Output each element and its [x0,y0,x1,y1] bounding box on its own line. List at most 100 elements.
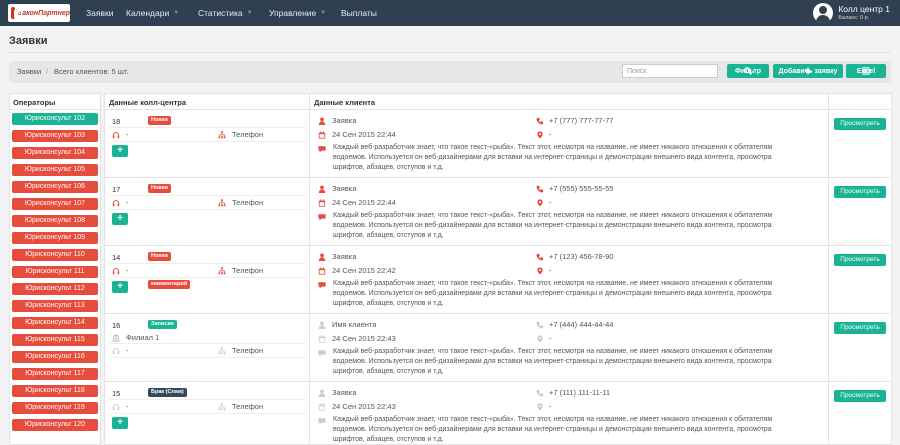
row-divider [109,399,305,400]
user-icon [318,321,326,329]
nav-label: Заявки [86,8,114,18]
operator-item[interactable]: Юрисконсульт 119 [12,402,98,414]
user-icon [318,185,326,193]
table-row: 17 Новая - Телефон + Заявка +7 (555) 555-55-55… [105,178,891,246]
operator-item[interactable]: Юрисконсульт 111 [12,266,98,278]
add-comment-button[interactable]: + [112,281,128,293]
request-description: Каждый веб-разработчик знает, что такое … [333,416,773,443]
table-row: 16ЗаписанФилиал 1-Телефон+Имя клиента+7 … [105,314,891,382]
operator-item[interactable]: Юрисконсульт 120 [12,419,98,431]
comment-icon [318,282,326,289]
headset-icon [112,348,120,355]
operator-item[interactable]: Юрисконсульт 118 [12,385,98,397]
view-button[interactable]: Просмотреть [834,186,886,198]
client-phone: +7 (555) 555-55-55 [549,184,614,193]
row-divider [109,357,305,358]
operator-item[interactable]: Юрисконсульт 102 [12,113,98,125]
client-name: Заявка [332,388,357,397]
logo[interactable]: ЗаконПартнер [8,4,70,22]
operator-item[interactable]: Юрисконсульт 113 [12,300,98,312]
nav-label: Статистика [198,8,243,18]
location-icon [537,199,543,207]
operator-item[interactable]: Юрисконсульт 115 [12,334,98,346]
logo-icon [11,7,22,19]
comment-icon [318,214,326,221]
operator-item[interactable]: Юрисконсульт 117 [12,368,98,380]
phone-icon [536,389,544,397]
operator-item[interactable]: Юрисконсульт 104 [12,147,98,159]
client-name: Имя клиента [332,320,377,329]
operator-item[interactable]: Юрисконсульт 110 [12,249,98,261]
breadcrumb-root[interactable]: Заявки [17,67,41,76]
operator-item[interactable]: Юрисконсульт 116 [12,351,98,363]
client-address: - [549,198,552,207]
location-icon [537,131,543,139]
client-address: - [549,266,552,275]
calendar-icon [318,199,326,207]
add-request-button[interactable]: Добавить заявку [773,64,843,78]
channel-value: Телефон [232,266,264,275]
operator-item[interactable]: Юрисконсульт 114 [12,317,98,329]
chevron-down-icon: ▼ [246,10,253,16]
user-icon [318,253,326,261]
operator-item[interactable]: Юрисконсульт 108 [12,215,98,227]
operator-item[interactable]: Юрисконсульт 105 [12,164,98,176]
table-row: 15 Брак (Спам) - Телефон + Заявка +7 (111) 111… [105,382,891,445]
location-icon [537,267,543,275]
client-address: - [549,130,552,139]
client-phone: +7 (777) 777-77-77 [549,116,614,125]
client-address: - [549,334,552,343]
nav-item[interactable]: Выплаты [341,0,377,26]
table-row: 14 Новая - Телефон камментарий + Заявка +7 (123… [105,246,891,314]
plus-icon [804,67,812,75]
row-divider [109,263,305,264]
request-description: Каждый веб-разработчик знает, что такое … [333,280,773,307]
operator-item[interactable]: Юрисконсульт 109 [12,232,98,244]
operator-item[interactable]: Юрисконсульт 103 [12,130,98,142]
table-icon [862,67,870,75]
headset-icon [112,132,120,139]
operator-item[interactable]: Юрисконсульт 106 [12,181,98,193]
add-comment-button[interactable]: + [112,145,128,157]
request-date: 24 Сен 2015 22:44 [332,198,396,207]
page-title: Заявки [9,35,48,47]
request-date: 24 Сен 2015 22:43 [332,402,396,411]
operator-item[interactable]: Юрисконсульт 112 [12,283,98,295]
building-icon [112,334,120,342]
nav-item[interactable]: Статистика ▼ [198,0,253,26]
view-button[interactable]: Просмотреть [834,390,886,402]
col-client: Данные клиента [314,98,375,107]
nav-item[interactable]: Календари ▼ [126,0,179,26]
row-divider [109,413,305,414]
comment-icon [318,418,326,425]
source-value: - [126,198,129,207]
calendar-icon [318,131,326,139]
excel-button[interactable]: Excel [846,64,886,78]
nav-item[interactable]: Управление ▼ [269,0,326,26]
operators-header: Операторы [10,94,100,110]
headset-icon [112,200,120,207]
request-id: 17 [112,185,121,194]
view-button[interactable]: Просмотреть [834,118,886,130]
user-icon [318,117,326,125]
sitemap-icon [218,347,226,355]
add-comment-button[interactable]: + [112,213,128,225]
view-button[interactable]: Просмотреть [834,322,886,334]
request-date: 24 Сен 2015 22:44 [332,130,396,139]
request-description: Каждый веб-разработчик знает, что такое … [333,348,773,375]
user-balance: Баланс: 0 р. [838,15,870,21]
filter-button[interactable]: Фильтр [727,64,769,78]
view-button[interactable]: Просмотреть [834,254,886,266]
calendar-icon [318,403,326,411]
phone-icon [536,321,544,329]
calendar-icon [318,267,326,275]
search-input[interactable] [622,64,718,78]
status-badge: Новая [148,184,171,193]
channel-value: Телефон [232,402,264,411]
user-menu[interactable]: Колл центр 1 Баланс: 0 р. [813,3,890,23]
add-comment-button[interactable]: + [112,417,128,429]
source-value: - [126,266,129,275]
nav-item[interactable]: Заявки [86,0,113,26]
operator-item[interactable]: Юрисконсульт 107 [12,198,98,210]
request-description: Каждый веб-разработчик знает, что такое … [333,212,773,239]
